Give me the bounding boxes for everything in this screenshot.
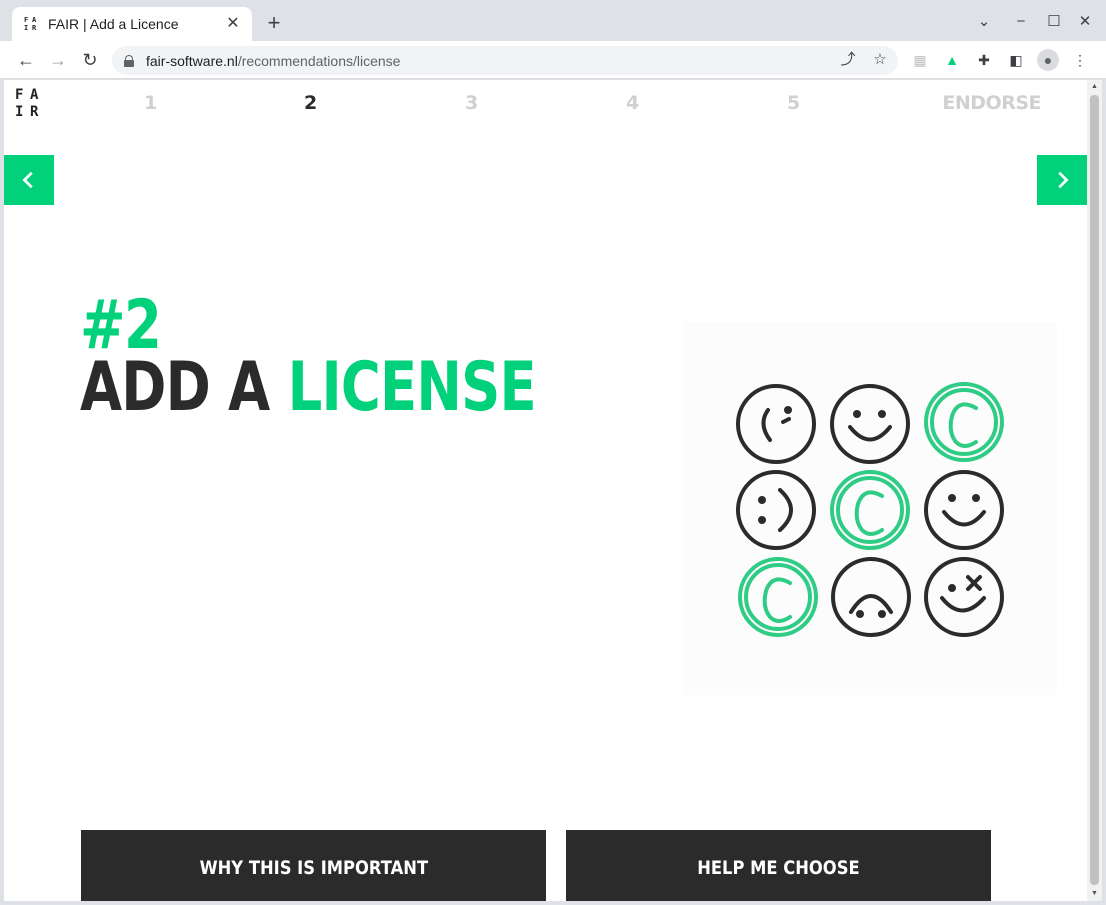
close-window-icon[interactable]: ✕ bbox=[1073, 10, 1097, 34]
copyright-icon bbox=[830, 470, 910, 550]
scroll-thumb[interactable] bbox=[1090, 95, 1099, 885]
step-4-link[interactable]: 4 bbox=[626, 92, 639, 114]
smiley-x-eye-icon bbox=[924, 557, 1004, 637]
bookmark-star-icon[interactable]: ☆ bbox=[868, 48, 892, 72]
logo-letter: F bbox=[15, 87, 24, 103]
browser-tab[interactable]: F A I R FAIR | Add a Licence ✕ bbox=[12, 7, 252, 41]
step-endorse-link[interactable]: ENDORSE bbox=[942, 92, 1041, 114]
page-scrollbar[interactable]: ▲ ▼ bbox=[1087, 80, 1102, 901]
scroll-down-arrow-icon[interactable]: ▼ bbox=[1087, 887, 1102, 901]
favicon-letter: I bbox=[24, 24, 29, 32]
chevron-left-icon bbox=[22, 171, 33, 189]
menu-kebab-icon[interactable]: ⋮ bbox=[1069, 49, 1091, 71]
chevron-right-icon bbox=[1058, 171, 1069, 189]
page-viewport: F A I R 1 2 3 4 5 ENDORSE #2 ADD A LICEN… bbox=[4, 80, 1087, 901]
side-panel-icon[interactable]: ◧ bbox=[1005, 49, 1027, 71]
smiley-wink-icon bbox=[736, 384, 816, 464]
extensions-puzzle-icon[interactable]: ✚ bbox=[973, 49, 995, 71]
next-arrow-button[interactable] bbox=[1037, 155, 1087, 205]
forward-icon[interactable]: → bbox=[46, 48, 70, 72]
title-prefix: ADD A bbox=[80, 348, 270, 427]
license-illustration bbox=[684, 322, 1057, 695]
smiley-icon bbox=[924, 470, 1004, 550]
address-bar[interactable]: fair-software.nl/recommendations/license… bbox=[112, 46, 898, 75]
smiley-side-icon bbox=[736, 470, 816, 550]
step-2-link[interactable]: 2 bbox=[304, 92, 317, 114]
title-highlight: LICENSE bbox=[287, 348, 537, 427]
smiley-upside-down-icon bbox=[831, 557, 911, 637]
tab-strip: F A I R FAIR | Add a Licence ✕ + ⌄ − ☐ ✕ bbox=[0, 0, 1106, 41]
reload-icon[interactable]: ↻ bbox=[78, 48, 102, 72]
lock-icon[interactable] bbox=[124, 54, 134, 67]
url-text: fair-software.nl/recommendations/license bbox=[146, 53, 400, 69]
favicon-letter: R bbox=[32, 24, 37, 32]
tab-title: FAIR | Add a Licence bbox=[48, 16, 179, 32]
logo-letter: R bbox=[30, 104, 39, 120]
logo-letter: I bbox=[15, 104, 24, 120]
step-3-link[interactable]: 3 bbox=[465, 92, 478, 114]
help-me-choose-label: HELP ME CHOOSE bbox=[697, 857, 860, 879]
previous-arrow-button[interactable] bbox=[4, 155, 54, 205]
why-important-button[interactable]: WHY THIS IS IMPORTANT bbox=[81, 830, 546, 901]
maximize-icon[interactable]: ☐ bbox=[1042, 10, 1066, 34]
recommendation-title: ADD A LICENSE bbox=[80, 354, 537, 422]
smiley-grid-icon bbox=[736, 382, 1004, 637]
favicon-letter: F bbox=[24, 16, 29, 24]
copyright-icon bbox=[738, 557, 818, 637]
why-important-label: WHY THIS IS IMPORTANT bbox=[199, 857, 428, 879]
page-heading: #2 ADD A LICENSE bbox=[80, 292, 537, 422]
minimize-icon[interactable]: − bbox=[1009, 10, 1033, 34]
step-1-link[interactable]: 1 bbox=[144, 92, 157, 114]
logo-letter: A bbox=[30, 87, 39, 103]
help-me-choose-button[interactable]: HELP ME CHOOSE bbox=[566, 830, 991, 901]
extension-grid-icon[interactable]: ▦ bbox=[909, 49, 931, 71]
close-tab-icon[interactable]: ✕ bbox=[224, 15, 242, 33]
scroll-up-arrow-icon[interactable]: ▲ bbox=[1087, 80, 1102, 94]
url-domain: fair-software.nl bbox=[146, 52, 238, 69]
tab-search-chevron-icon[interactable]: ⌄ bbox=[972, 10, 996, 34]
url-path: /recommendations/license bbox=[237, 52, 401, 69]
new-tab-icon[interactable]: + bbox=[262, 11, 286, 35]
fair-favicon-icon: F A I R bbox=[24, 16, 40, 32]
smiley-icon bbox=[830, 384, 910, 464]
profile-avatar-icon[interactable]: ● bbox=[1037, 49, 1059, 71]
share-icon[interactable]: ⤴ bbox=[836, 48, 860, 72]
browser-toolbar: ← → ↻ fair-software.nl/recommendations/l… bbox=[0, 41, 1106, 79]
favicon-letter: A bbox=[32, 16, 37, 24]
copyright-icon bbox=[924, 382, 1004, 462]
fair-logo[interactable]: F A I R bbox=[15, 87, 45, 121]
back-icon[interactable]: ← bbox=[14, 48, 38, 72]
step-5-link[interactable]: 5 bbox=[787, 92, 800, 114]
vue-extension-icon[interactable]: ▲ bbox=[941, 49, 963, 71]
